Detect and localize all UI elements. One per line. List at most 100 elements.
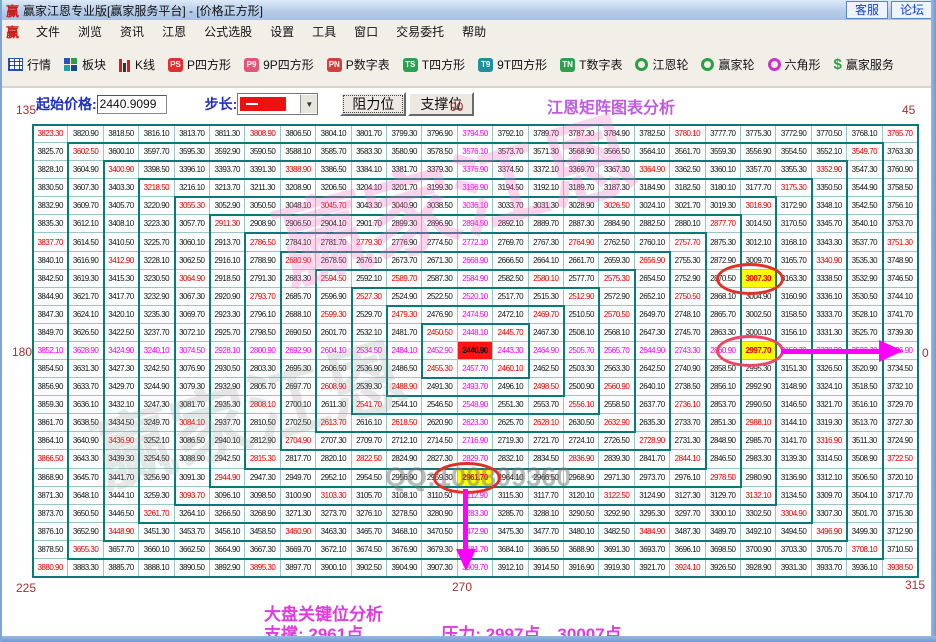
grid-cell[interactable]: 2755.30	[670, 252, 705, 270]
grid-cell[interactable]: 2786.50	[245, 233, 280, 251]
grid-cell[interactable]: 3148.90	[776, 378, 811, 396]
grid-cell[interactable]: 2666.50	[493, 252, 528, 270]
grid-cell[interactable]: 2505.70	[564, 342, 599, 360]
grid-cell[interactable]: 3847.30	[33, 306, 68, 324]
grid-cell[interactable]: 3568.90	[564, 143, 599, 161]
grid-cell[interactable]: 2575.30	[599, 270, 634, 288]
grid-cell[interactable]: 2515.30	[529, 288, 564, 306]
grid-cell[interactable]: 3604.90	[68, 161, 103, 179]
grid-cell[interactable]: 2448.10	[458, 324, 493, 342]
grid-cell[interactable]: 2841.70	[635, 450, 670, 468]
grid-cell[interactable]: 3878.50	[33, 541, 68, 559]
grid-cell[interactable]: 2606.50	[316, 360, 351, 378]
grid-cell[interactable]: 3177.70	[741, 179, 776, 197]
grid-cell[interactable]: 2875.30	[706, 233, 741, 251]
grid-cell[interactable]: 2800.90	[245, 342, 280, 360]
grid-cell[interactable]: 2668.90	[458, 252, 493, 270]
grid-cell[interactable]: 3314.50	[812, 450, 847, 468]
grid-cell[interactable]: 3297.70	[670, 505, 705, 523]
grid-cell[interactable]: 3842.50	[33, 270, 68, 288]
grid-cell[interactable]: 3825.70	[33, 143, 68, 161]
grid-cell[interactable]: 2930.50	[210, 360, 245, 378]
grid-cell[interactable]: 2632.90	[599, 414, 634, 432]
grid-cell[interactable]: 2604.10	[316, 342, 351, 360]
grid-cell[interactable]: 2803.30	[245, 360, 280, 378]
grid-cell[interactable]: 3475.30	[493, 523, 528, 541]
grid-cell[interactable]: 3182.50	[670, 179, 705, 197]
grid-cell[interactable]: 3696.10	[670, 541, 705, 559]
grid-cell[interactable]: 3710.50	[883, 541, 918, 559]
grid-cell[interactable]: 2899.30	[387, 215, 422, 233]
grid-cell[interactable]: 2764.90	[564, 233, 599, 251]
grid-cell[interactable]: 3880.90	[33, 559, 68, 577]
grid-cell[interactable]: 3895.30	[245, 559, 280, 577]
grid-cell[interactable]: 3240.10	[139, 342, 174, 360]
grid-cell[interactable]: 2697.70	[281, 378, 316, 396]
grid-cell[interactable]: 3309.70	[812, 487, 847, 505]
grid-cell[interactable]: 3369.70	[564, 161, 599, 179]
grid-cell[interactable]: 2978.50	[706, 469, 741, 487]
grid-cell[interactable]: 3321.70	[812, 396, 847, 414]
grid-cell[interactable]: 3499.30	[847, 523, 882, 541]
grid-cell[interactable]: 3552.10	[812, 143, 847, 161]
grid-cell[interactable]: 2517.70	[493, 288, 528, 306]
grid-cell[interactable]: 3064.90	[175, 270, 210, 288]
grid-cell[interactable]: 2966.50	[529, 469, 564, 487]
grid-cell[interactable]: 3621.70	[68, 288, 103, 306]
grid-cell[interactable]: 3324.10	[812, 378, 847, 396]
grid-cell[interactable]: 3657.70	[104, 541, 139, 559]
toolbar-item-8[interactable]: TNT数字表	[560, 56, 622, 73]
grid-cell[interactable]: 2642.50	[635, 360, 670, 378]
grid-cell[interactable]: 3794.50	[458, 125, 493, 143]
grid-cell[interactable]: 3120.10	[564, 487, 599, 505]
grid-cell[interactable]: 3542.50	[847, 197, 882, 215]
grid-cell[interactable]: 2923.30	[210, 306, 245, 324]
grid-cell[interactable]: 3633.70	[68, 378, 103, 396]
grid-cell[interactable]: 2630.50	[564, 414, 599, 432]
grid-cell[interactable]: 2594.50	[316, 270, 351, 288]
grid-cell[interactable]: 3530.50	[847, 288, 882, 306]
grid-cell[interactable]: 3465.70	[352, 523, 387, 541]
grid-cell[interactable]: 3396.10	[175, 161, 210, 179]
grid-cell-center[interactable]: 2440.90	[458, 342, 493, 360]
grid-cell[interactable]: 3904.90	[387, 559, 422, 577]
grid-cell[interactable]: 2932.90	[210, 378, 245, 396]
grid-cell[interactable]: 3062.50	[175, 252, 210, 270]
grid-cell[interactable]: 2613.70	[316, 414, 351, 432]
grid-cell[interactable]: 3345.70	[812, 215, 847, 233]
grid-cell[interactable]: 3801.70	[352, 125, 387, 143]
grid-cell[interactable]: 2988.10	[741, 414, 776, 432]
grid-cell[interactable]: 2702.50	[281, 414, 316, 432]
grid-cell[interactable]: 3372.10	[529, 161, 564, 179]
grid-cell[interactable]: 3931.30	[776, 559, 811, 577]
grid-cell[interactable]: 2901.70	[352, 215, 387, 233]
grid-cell[interactable]: 3163.30	[776, 270, 811, 288]
grid-cell[interactable]: 3170.50	[776, 215, 811, 233]
grid-cell[interactable]: 3276.10	[352, 505, 387, 523]
grid-cell[interactable]: 3477.70	[529, 523, 564, 541]
grid-cell[interactable]: 3266.50	[210, 505, 245, 523]
grid-cell[interactable]: 3900.10	[316, 559, 351, 577]
grid-cell[interactable]: 3928.90	[741, 559, 776, 577]
grid-cell[interactable]: 3381.70	[387, 161, 422, 179]
grid-cell[interactable]: 2568.10	[599, 324, 634, 342]
grid-cell[interactable]: 2774.50	[422, 233, 457, 251]
grid-cell[interactable]: 2692.90	[281, 342, 316, 360]
grid-cell[interactable]: 3626.50	[68, 324, 103, 342]
grid-cell[interactable]: 3237.70	[139, 324, 174, 342]
grid-cell[interactable]: 2532.10	[352, 324, 387, 342]
grid-cell[interactable]: 3036.10	[458, 197, 493, 215]
grid-cell[interactable]: 3300.10	[706, 505, 741, 523]
grid-cell[interactable]: 2748.10	[670, 306, 705, 324]
grid-cell[interactable]: 3453.70	[175, 523, 210, 541]
grid-cell[interactable]: 3504.10	[847, 487, 882, 505]
grid-cell[interactable]: 3146.50	[776, 396, 811, 414]
grid-cell[interactable]: 3204.10	[352, 179, 387, 197]
grid-cell[interactable]: 3216.10	[175, 179, 210, 197]
grid-cell[interactable]: 3645.70	[68, 469, 103, 487]
grid-cell[interactable]: 2745.70	[670, 324, 705, 342]
grid-cell[interactable]: 3595.30	[175, 143, 210, 161]
grid-cell[interactable]: 3252.10	[139, 432, 174, 450]
grid-cell[interactable]: 2644.90	[635, 342, 670, 360]
grid-cell[interactable]: 3364.90	[635, 161, 670, 179]
